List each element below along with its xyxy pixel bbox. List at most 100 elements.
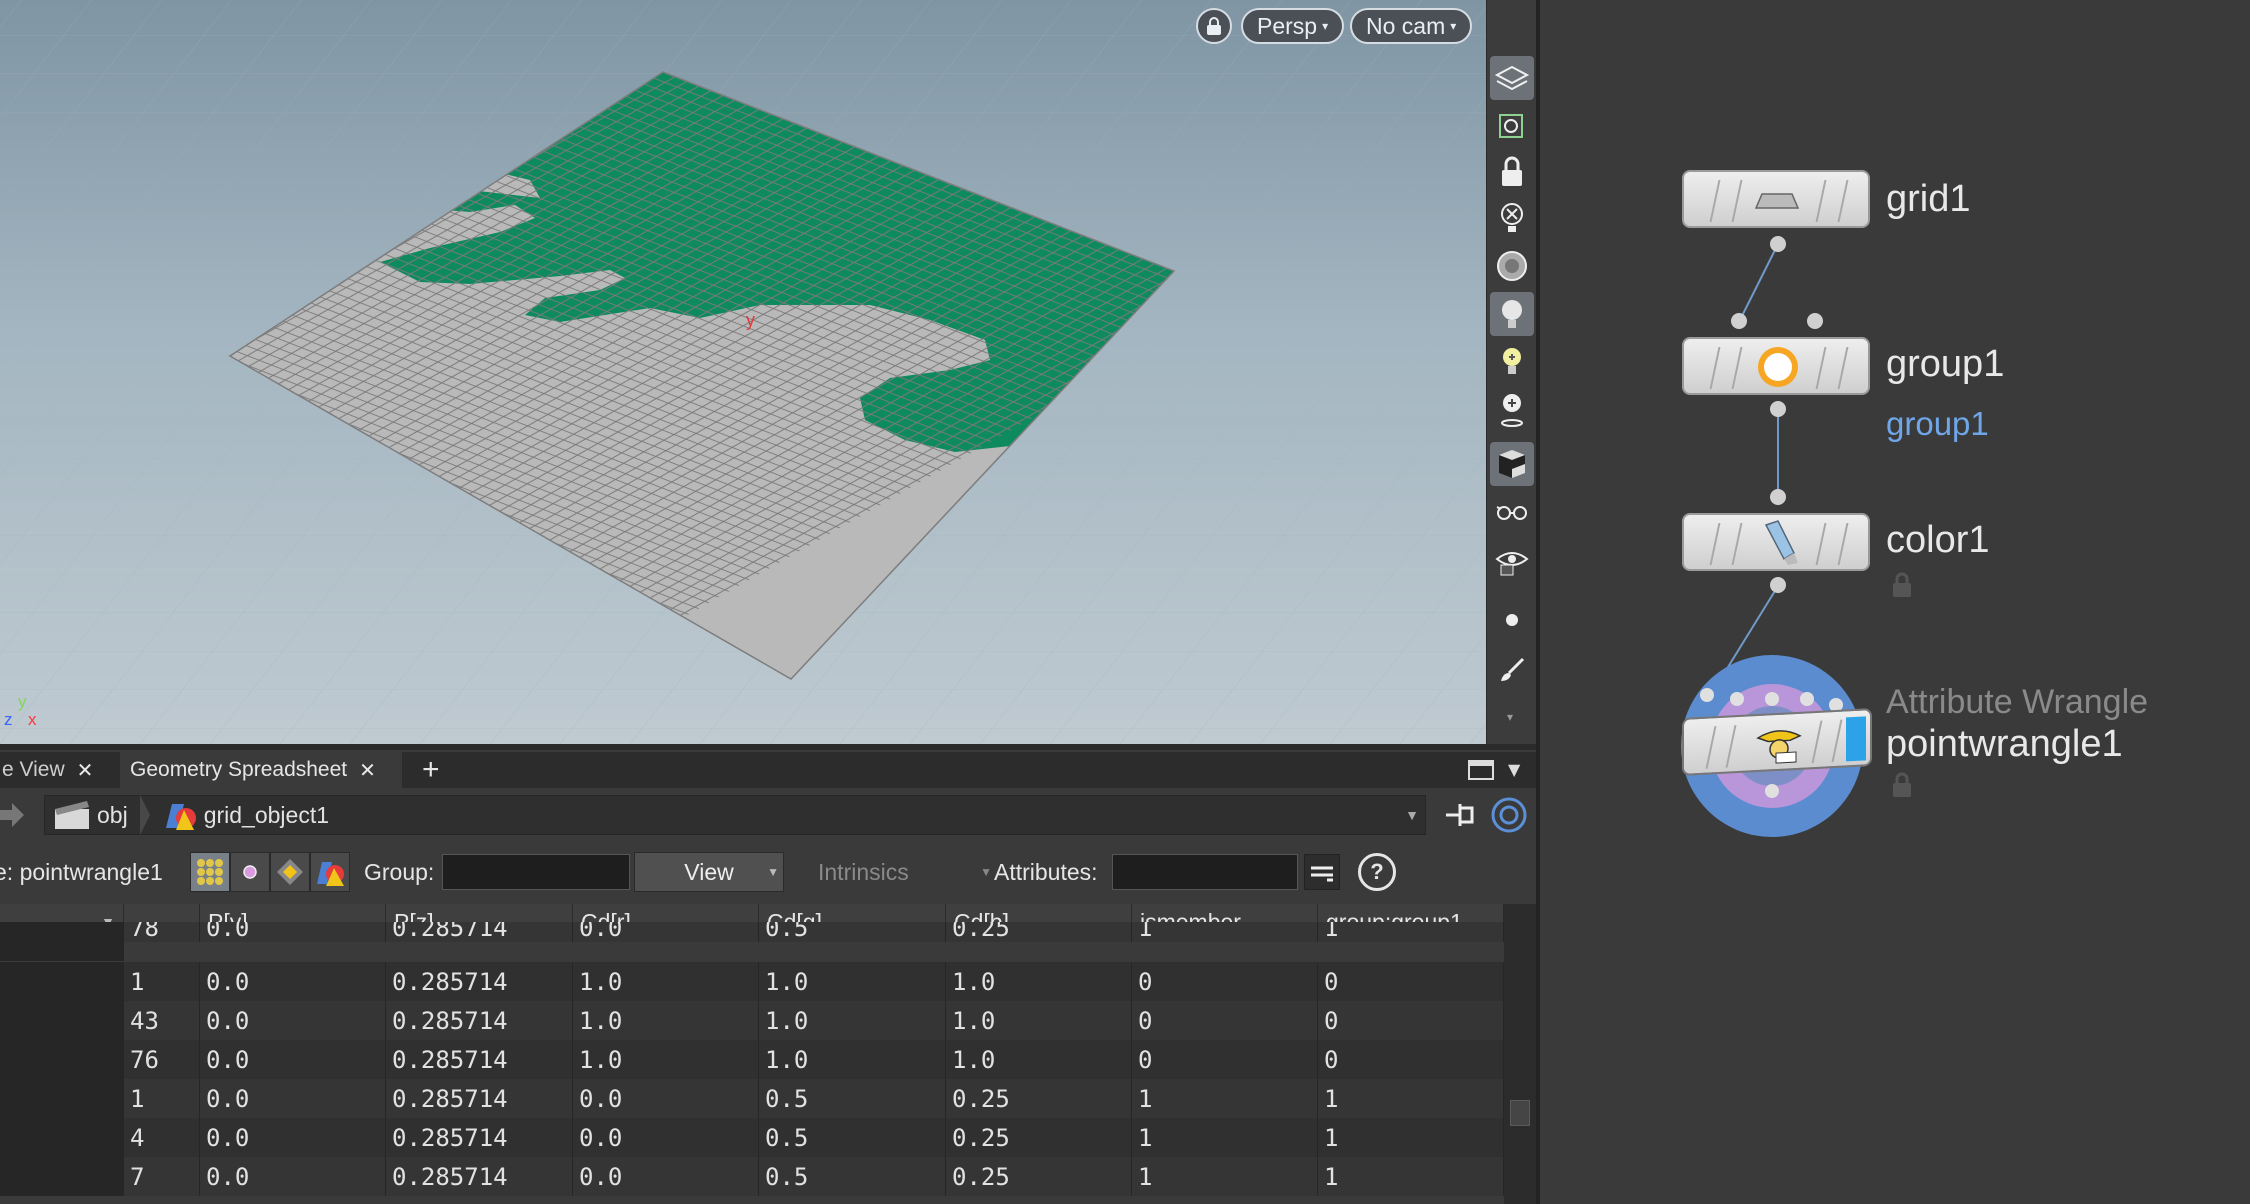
row-header[interactable] [0,1157,124,1196]
high-quality-light-button[interactable] [1490,388,1534,432]
table-cell: 43 [124,1001,200,1040]
primitives-mode-button[interactable] [270,852,310,892]
output-port[interactable] [1770,236,1786,252]
node-type-label: Attribute Wrangle [1886,683,2149,721]
tab-geometry-spreadsheet[interactable]: Geometry Spreadsheet ✕ [120,752,402,788]
table-cell: 0.0 [573,1118,759,1157]
lock-camera-button[interactable] [1490,150,1534,194]
table-row[interactable]: 1 0.0 0.285714 1.0 1.0 1.0 0 0 [0,962,1504,1001]
table-cell: 0 [1132,1040,1318,1079]
table-cell: 1.0 [946,1001,1132,1040]
eye-play-icon [1495,552,1529,576]
view-lock-button[interactable] [1196,8,1232,44]
table-cell: 1 [1132,1157,1318,1196]
row-header[interactable] [0,1118,124,1157]
input-port[interactable] [1731,313,1747,329]
input-port[interactable] [1770,489,1786,505]
spreadsheet-menu-button[interactable] [1304,854,1340,890]
table-row[interactable]: 4 0.0 0.285714 0.0 0.5 0.25 1 1 [0,1118,1504,1157]
row-header[interactable] [0,1079,124,1118]
normal-light-button[interactable] [1490,340,1534,384]
snapshot-icon [1499,114,1523,138]
brush-button[interactable] [1490,648,1534,692]
output-port[interactable] [1770,577,1786,593]
tab-scene-view[interactable]: e View ✕ [0,752,110,788]
row-header[interactable] [0,1001,124,1040]
table-cell: 0.25 [946,1079,1132,1118]
output-port[interactable] [1770,401,1786,417]
table-cell: 1.0 [759,1001,946,1040]
row-header[interactable] [0,962,124,1001]
display-sphere-button[interactable] [1490,244,1534,288]
shading-mode-button[interactable] [1490,442,1534,486]
table-cell: 0.285714 [386,1157,573,1196]
table-cell: 1 [124,962,200,1001]
view-dropdown[interactable]: View ▼ [634,852,784,892]
camera-mode-dropdown[interactable]: Persp ▾ [1241,8,1345,44]
snapshot-button[interactable] [1490,104,1534,148]
row-header[interactable] [0,1040,124,1079]
pane-layout-icon[interactable] [1468,760,1494,780]
chevron-down-icon[interactable]: ▼ [1405,807,1419,823]
network-editor[interactable]: grid1 group1 group1 color1 Attribute Wra… [1540,0,2250,1204]
display-options-button[interactable] [1490,56,1534,100]
headlight-button[interactable] [1490,292,1534,336]
path-crumb-obj[interactable]: obj [45,799,128,831]
pane-menu-chevron-icon[interactable]: ▼ [1508,760,1520,779]
table-cell: 1 [1318,1079,1504,1118]
chevron-down-icon: ▼ [980,865,992,879]
chevron-down-icon: ▾ [1450,19,1457,33]
toolbar-scroll-icon[interactable]: ▾ [1507,710,1513,724]
lightbulb-plus-icon [1503,348,1521,374]
table-row[interactable]: 43 0.0 0.285714 1.0 1.0 1.0 0 0 [0,1001,1504,1040]
table-row[interactable]: 7 0.0 0.285714 0.0 0.5 0.25 1 1 [0,1157,1504,1196]
scene-viewport[interactable]: y Persp ▾ No cam ▾ y z x [0,0,1486,744]
table-cell: 1 [1132,1079,1318,1118]
viewport-scene: y [0,0,1486,744]
close-icon[interactable]: ✕ [77,758,94,783]
primitive-icon [277,859,303,885]
point-display-button[interactable] [1490,598,1534,642]
link-button[interactable] [1490,796,1528,838]
lock-icon [1893,772,1911,797]
pane-splitter[interactable] [0,744,1536,750]
lightbulb-icon [1502,300,1522,328]
group-ring-icon [1758,347,1798,387]
pin-button[interactable] [1442,798,1482,836]
input-port[interactable] [1807,313,1823,329]
spreadsheet-table[interactable]: ▼ P[y] P[z] Cd[r] Cd[g] Cd[b] ismember g… [0,904,1504,1204]
ghost-geometry-button[interactable] [1490,490,1534,534]
path-bar: obj grid_object1 ▼ [0,790,1536,840]
group-input[interactable] [442,854,630,890]
axis-y-label: y [18,692,27,711]
forward-arrow-icon[interactable] [0,800,26,834]
row-header[interactable] [0,922,124,961]
intrinsics-dropdown[interactable]: Intrinsics ▼ [800,848,992,896]
vertices-mode-button[interactable] [230,852,270,892]
camera-label: No cam [1366,12,1446,39]
close-icon[interactable]: ✕ [359,758,376,783]
table-cell: 1.0 [759,962,946,1001]
help-button[interactable]: ? [1358,853,1396,891]
camera-dropdown[interactable]: No cam ▾ [1350,8,1473,44]
path-field[interactable]: obj grid_object1 ▼ [44,795,1426,835]
path-crumb-grid-object[interactable]: grid_object1 [154,798,329,832]
table-row[interactable]: 1 0.0 0.285714 0.0 0.5 0.25 1 1 [0,1079,1504,1118]
table-row[interactable]: 76 0.0 0.285714 1.0 1.0 1.0 0 0 [0,1040,1504,1079]
scrollbar-thumb[interactable] [1510,1100,1530,1126]
attributes-input[interactable] [1112,854,1298,890]
detail-mode-button[interactable] [310,852,350,892]
table-cell: 0.285714 [386,1118,573,1157]
points-mode-button[interactable] [190,852,230,892]
headlight-off-button[interactable] [1490,196,1534,240]
table-cell: 0 [1132,962,1318,1001]
table-cell: 0.25 [946,1157,1132,1196]
table-row[interactable]: 78 0.0 0.285714 0.0 0.5 0.25 1 1 [0,922,1504,961]
table-scrollbar[interactable] [1504,904,1536,1204]
table-cell: 0.285714 [386,1040,573,1079]
add-tab-button[interactable]: + [412,752,450,788]
tab-scene-view-label: e View [2,758,65,781]
table-cell: 0.0 [200,1157,386,1196]
visualizers-button[interactable] [1490,540,1534,584]
attributes-label: Attributes: [994,858,1098,885]
